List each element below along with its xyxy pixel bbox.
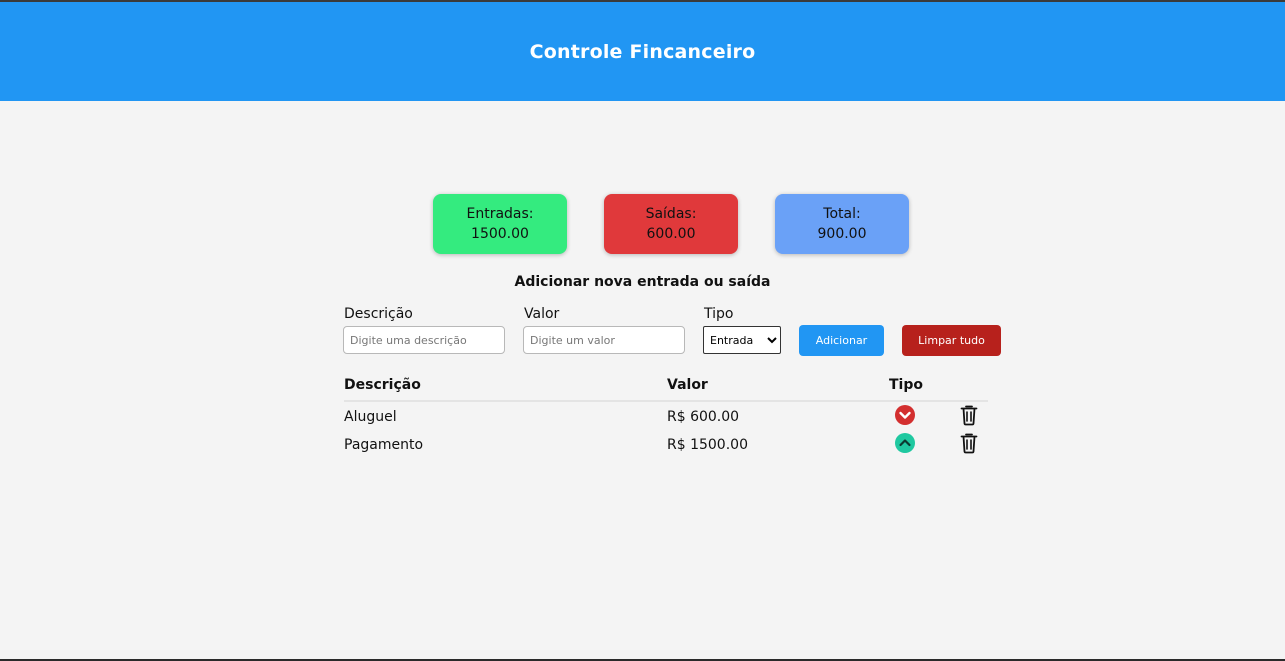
row-value: R$ 1500.00 bbox=[667, 437, 748, 453]
value-input[interactable] bbox=[523, 326, 685, 354]
value-label: Valor bbox=[524, 306, 560, 322]
expense-card: Saídas: 600.00 bbox=[604, 194, 738, 254]
form-title: Adicionar nova entrada ou saída bbox=[514, 274, 771, 290]
row-value: R$ 600.00 bbox=[667, 409, 740, 425]
expense-value: 600.00 bbox=[646, 226, 696, 242]
summary-cards: Entradas: 1500.00 Saídas: 600.00 Total: … bbox=[0, 194, 1285, 256]
column-header-value: Valor bbox=[667, 377, 708, 393]
app-window: Controle Fincanceiro Entradas: 1500.00 S… bbox=[0, 0, 1285, 661]
header-divider bbox=[344, 400, 988, 402]
table-row: Pagamento R$ 1500.00 bbox=[344, 432, 988, 458]
description-input[interactable] bbox=[343, 326, 505, 354]
chevron-down-circle-icon bbox=[895, 405, 915, 425]
row-description: Pagamento bbox=[344, 437, 424, 453]
header-bar: Controle Fincanceiro bbox=[0, 2, 1285, 101]
expense-label: Saídas: bbox=[645, 206, 697, 222]
total-label: Total: bbox=[823, 206, 861, 222]
add-button[interactable]: Adicionar bbox=[799, 325, 884, 356]
table-row: Aluguel R$ 600.00 bbox=[344, 404, 988, 430]
total-card: Total: 900.00 bbox=[775, 194, 909, 254]
row-description: Aluguel bbox=[344, 409, 397, 425]
trash-icon[interactable] bbox=[959, 404, 979, 426]
clear-all-button[interactable]: Limpar tudo bbox=[902, 325, 1001, 356]
column-header-type: Tipo bbox=[889, 377, 923, 393]
page-title: Controle Fincanceiro bbox=[529, 40, 756, 63]
total-value: 900.00 bbox=[817, 226, 867, 242]
description-label: Descrição bbox=[344, 306, 413, 322]
type-select[interactable]: Entrada bbox=[703, 326, 781, 354]
income-card: Entradas: 1500.00 bbox=[433, 194, 567, 254]
type-label: Tipo bbox=[704, 306, 734, 322]
chevron-up-circle-icon bbox=[895, 433, 915, 453]
income-label: Entradas: bbox=[466, 206, 534, 222]
column-header-description: Descrição bbox=[344, 377, 421, 393]
trash-icon[interactable] bbox=[959, 432, 979, 454]
income-value: 1500.00 bbox=[471, 226, 529, 242]
